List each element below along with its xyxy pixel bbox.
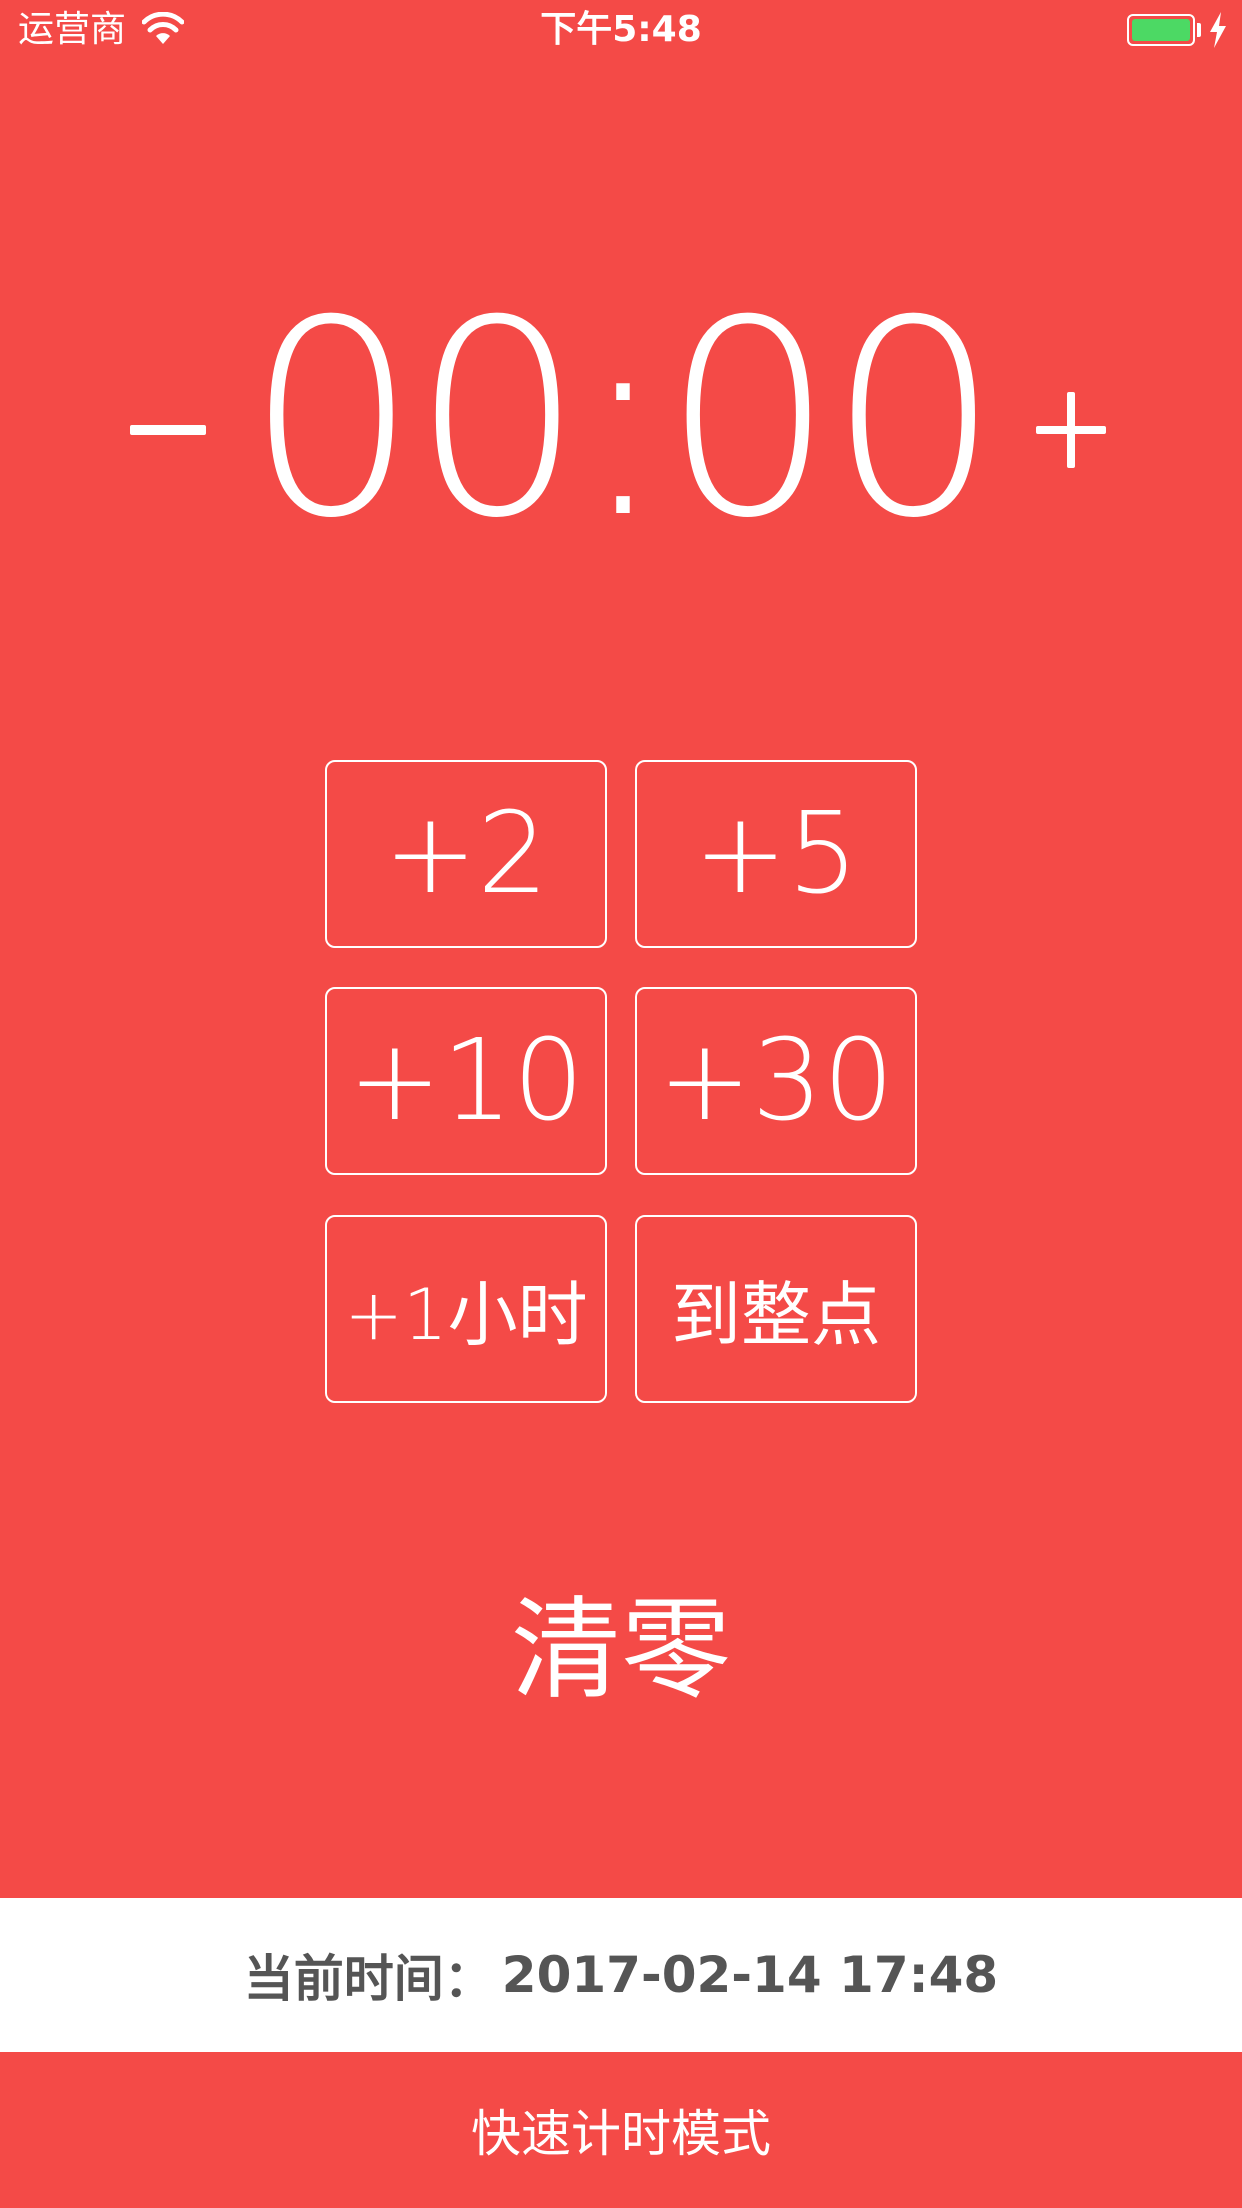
current-time-value: 2017-02-14 17:48	[501, 1946, 999, 2004]
battery-icon	[1127, 14, 1195, 46]
current-time-bar: 当前时间： 2017-02-14 17:48	[0, 1898, 1242, 2052]
add-2-button[interactable]: +2	[325, 760, 607, 948]
status-bar: 运营商 下午5:48	[0, 0, 1242, 60]
clear-button[interactable]: 清零	[421, 1580, 821, 1720]
mode-label: 快速计时模式	[471, 2105, 771, 2163]
increase-time-button[interactable]	[1036, 392, 1106, 468]
quick-timer-mode-button[interactable]: 快速计时模式	[0, 2052, 1242, 2208]
decrease-time-button[interactable]	[130, 425, 206, 435]
add-30-button[interactable]: +30	[635, 987, 917, 1175]
add-5-button[interactable]: +5	[635, 760, 917, 948]
current-time-label: 当前时间：	[243, 1950, 494, 2008]
add-1-hour-button[interactable]: +1小时	[325, 1215, 607, 1403]
timer-display: 00:00	[245, 262, 1000, 577]
to-full-hour-button[interactable]: 到整点	[635, 1215, 917, 1403]
status-time: 下午5:48	[540, 9, 702, 50]
battery-level	[1132, 19, 1190, 41]
charging-bolt-icon	[1210, 12, 1226, 48]
add-10-button[interactable]: +10	[325, 987, 607, 1175]
timer-screen: 运营商 下午5:48 00:00 +2 +5 +10 +30 +1小时 到整点 …	[0, 0, 1242, 2208]
battery-cap	[1197, 23, 1201, 37]
